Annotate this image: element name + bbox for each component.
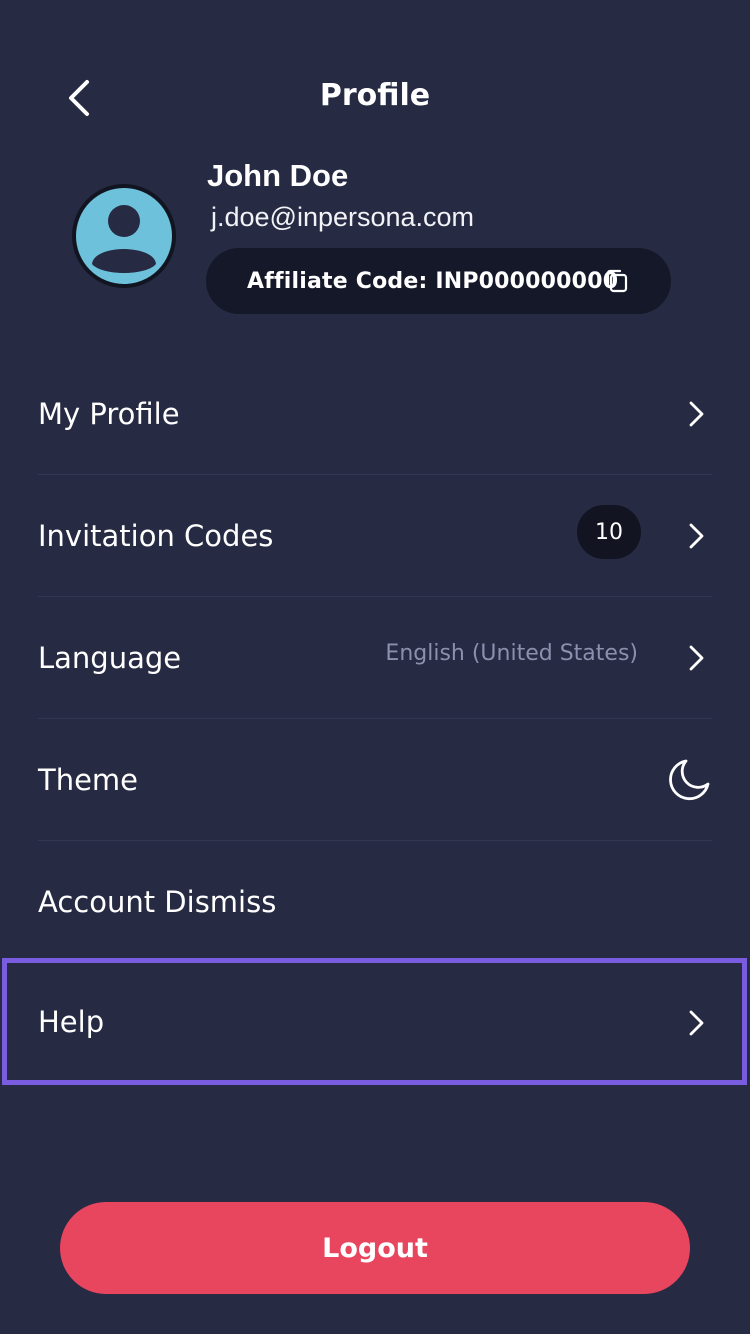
menu-item-account-dismiss[interactable]: Account Dismiss bbox=[38, 841, 712, 963]
moon-icon[interactable] bbox=[666, 757, 712, 803]
logout-button[interactable]: Logout bbox=[60, 1202, 690, 1294]
menu-item-my-profile[interactable]: My Profile bbox=[38, 353, 712, 475]
user-avatar-icon bbox=[92, 205, 156, 273]
affiliate-code-label: Affiliate Code: INP000000000 bbox=[247, 268, 619, 294]
menu-item-theme[interactable]: Theme bbox=[38, 719, 712, 841]
chevron-right-icon bbox=[689, 523, 704, 549]
settings-menu: My Profile Invitation Codes 10 Language … bbox=[38, 353, 712, 963]
menu-item-label: My Profile bbox=[38, 396, 180, 431]
chevron-right-icon bbox=[689, 1010, 704, 1036]
invitation-count-badge: 10 bbox=[577, 505, 641, 559]
menu-item-invitation-codes[interactable]: Invitation Codes 10 bbox=[38, 475, 712, 597]
user-name: John Doe bbox=[207, 158, 349, 193]
menu-item-language[interactable]: Language English (United States) bbox=[38, 597, 712, 719]
menu-item-label: Invitation Codes bbox=[38, 518, 274, 553]
avatar bbox=[72, 184, 176, 288]
menu-item-help[interactable]: Help bbox=[38, 962, 712, 1082]
copy-icon[interactable] bbox=[604, 268, 630, 294]
chevron-right-icon bbox=[689, 645, 704, 671]
menu-item-label: Theme bbox=[38, 762, 139, 797]
header: Profile bbox=[0, 0, 750, 200]
chevron-right-icon bbox=[689, 401, 704, 427]
user-email: j.doe@inpersona.com bbox=[211, 202, 475, 232]
menu-item-label: Help bbox=[38, 1005, 105, 1039]
menu-item-label: Account Dismiss bbox=[38, 885, 277, 919]
language-value: English (United States) bbox=[385, 641, 638, 666]
menu-item-label: Language bbox=[38, 640, 182, 675]
page-title: Profile bbox=[319, 78, 431, 113]
affiliate-code-pill[interactable]: Affiliate Code: INP000000000 bbox=[206, 248, 671, 314]
